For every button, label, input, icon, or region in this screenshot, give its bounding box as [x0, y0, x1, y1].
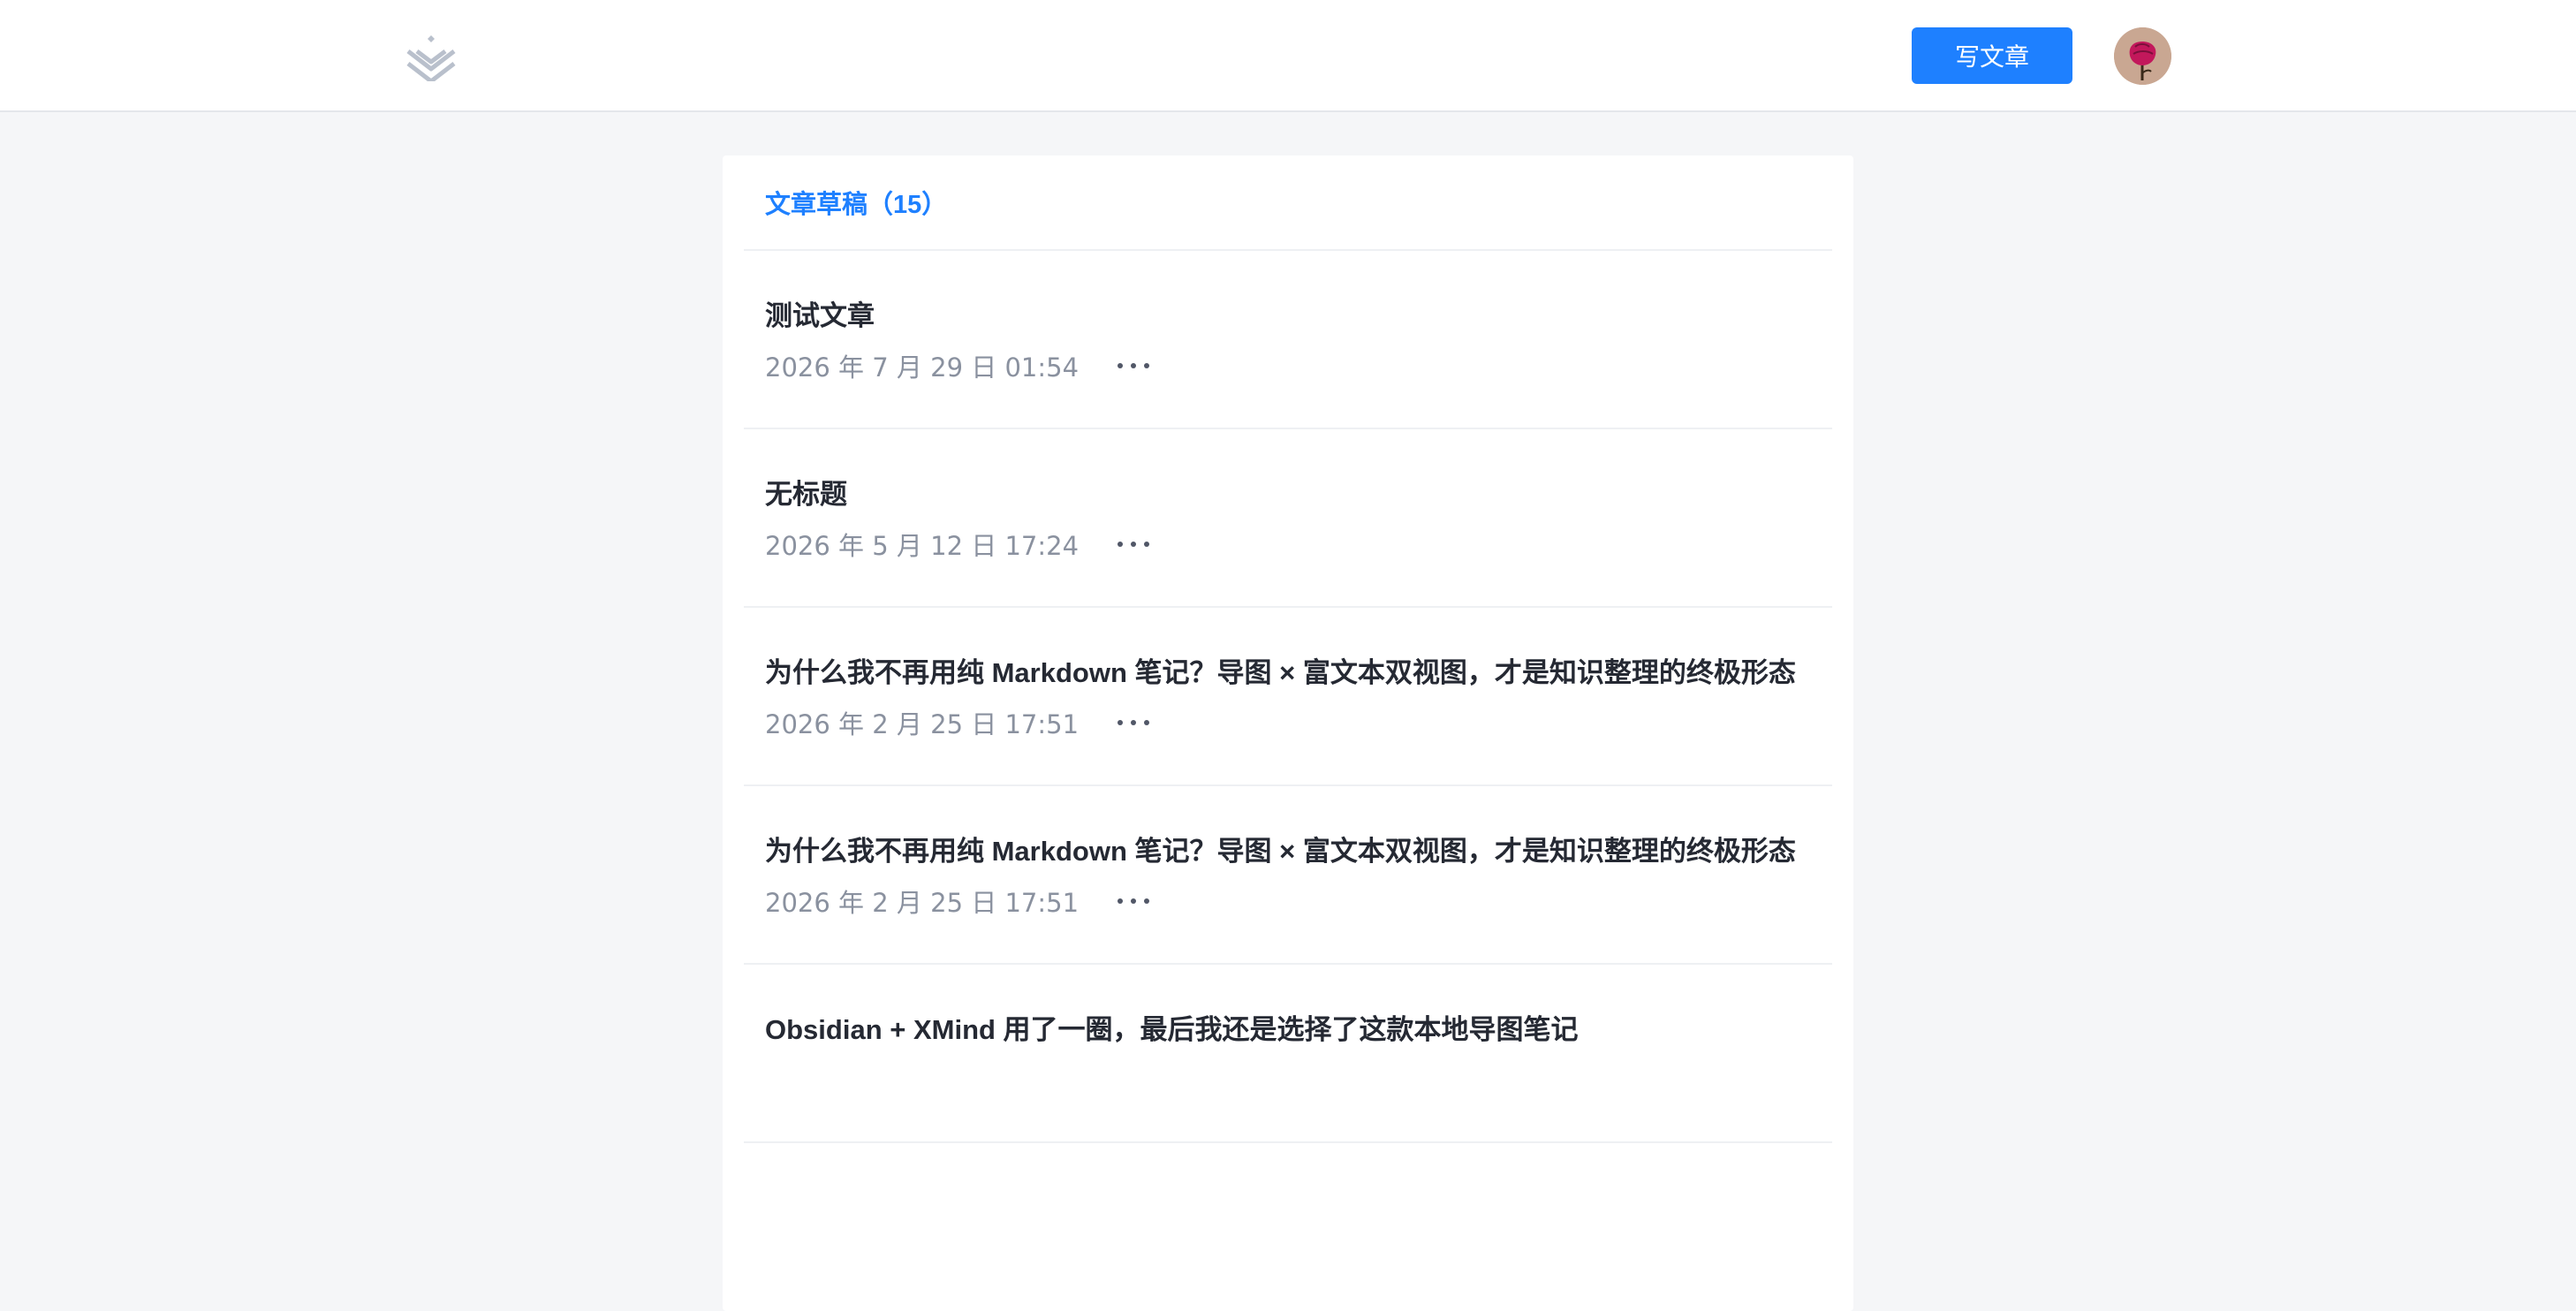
draft-meta: 2026 年 7 月 29 日 01:54	[765, 346, 1811, 385]
draft-date: 2026 年 2 月 25 日 17:51	[765, 888, 1080, 918]
more-actions-icon[interactable]	[1118, 357, 1150, 375]
juejin-logo-icon[interactable]	[403, 32, 459, 84]
draft-title[interactable]: 无标题	[765, 466, 1811, 523]
draft-meta	[765, 1060, 1811, 1099]
draft-title[interactable]: 测试文章	[765, 288, 1811, 345]
more-actions-icon[interactable]	[1118, 714, 1150, 731]
more-actions-icon[interactable]	[1118, 535, 1150, 553]
drafts-header: 文章草稿（15）	[744, 155, 1832, 251]
user-avatar[interactable]	[2114, 27, 2171, 85]
draft-meta: 2026 年 2 月 25 日 17:51	[765, 703, 1811, 742]
draft-date: 2026 年 7 月 29 日 01:54	[765, 352, 1080, 383]
top-navbar: 写文章	[0, 0, 2576, 112]
draft-item[interactable]: Obsidian + XMind 用了一圈，最后我还是选择了这款本地导图笔记	[744, 965, 1832, 1143]
draft-title[interactable]: 为什么我不再用纯 Markdown 笔记？导图 × 富文本双视图，才是知识整理的…	[765, 645, 1811, 701]
draft-item[interactable]: 测试文章 2026 年 7 月 29 日 01:54	[744, 251, 1832, 429]
write-article-button[interactable]: 写文章	[1912, 27, 2072, 84]
draft-meta: 2026 年 2 月 25 日 17:51	[765, 882, 1811, 921]
draft-date: 2026 年 2 月 25 日 17:51	[765, 709, 1080, 739]
more-actions-icon[interactable]	[1118, 892, 1150, 910]
draft-item[interactable]: 为什么我不再用纯 Markdown 笔记？导图 × 富文本双视图，才是知识整理的…	[744, 608, 1832, 786]
draft-date: 2026 年 5 月 12 日 17:24	[765, 531, 1080, 561]
drafts-title[interactable]: 文章草稿（15）	[765, 184, 947, 221]
draft-item[interactable]: 无标题 2026 年 5 月 12 日 17:24	[744, 429, 1832, 608]
drafts-panel: 文章草稿（15） 测试文章 2026 年 7 月 29 日 01:54 无标题 …	[723, 155, 1853, 1311]
draft-meta: 2026 年 5 月 12 日 17:24	[765, 525, 1811, 564]
draft-title[interactable]: 为什么我不再用纯 Markdown 笔记？导图 × 富文本双视图，才是知识整理的…	[765, 823, 1811, 880]
draft-item[interactable]: 为什么我不再用纯 Markdown 笔记？导图 × 富文本双视图，才是知识整理的…	[744, 786, 1832, 965]
draft-title[interactable]: Obsidian + XMind 用了一圈，最后我还是选择了这款本地导图笔记	[765, 1002, 1811, 1058]
